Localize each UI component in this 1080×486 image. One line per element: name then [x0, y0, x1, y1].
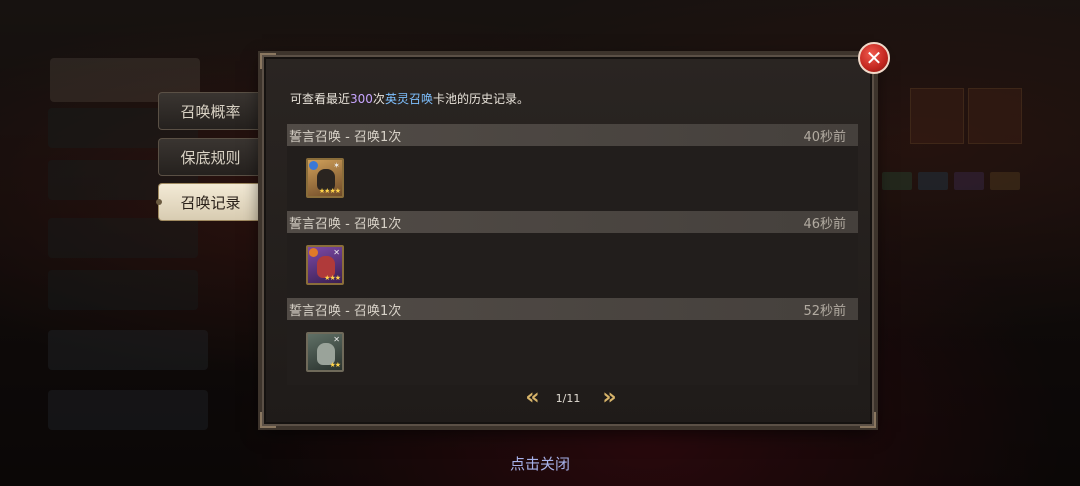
close-icon: ✕: [865, 46, 883, 70]
panel-corner: [260, 412, 276, 428]
list-item: 誓言召唤 - 召唤1次 52秒前 ✕ ★★: [287, 298, 858, 385]
next-page-button[interactable]: »: [602, 387, 616, 409]
panel-corner: [260, 53, 276, 69]
tab-label: 召唤记录: [180, 193, 241, 212]
record-title: 誓言召唤 - 召唤1次: [289, 129, 402, 145]
record-count: 300: [350, 92, 373, 106]
record-title: 誓言召唤 - 召唤1次: [289, 216, 402, 232]
list-item: 誓言召唤 - 召唤1次 40秒前 ✶ ★★★★: [287, 124, 858, 211]
summon-history-panel: 可查看最近300次英灵召唤卡池的历史记录。 誓言召唤 - 召唤1次 40秒前 ✶…: [260, 53, 876, 428]
record-body: ✕ ★★★: [287, 233, 858, 298]
star-rating: ★★: [329, 361, 341, 369]
pagination: « 1/11 »: [264, 386, 872, 410]
list-item: 誓言召唤 - 召唤1次 46秒前 ✕ ★★★: [287, 211, 858, 298]
hero-portrait[interactable]: ✕ ★★★: [306, 245, 344, 285]
tab-pity-rules[interactable]: 保底规则: [158, 138, 262, 176]
record-time: 40秒前: [803, 129, 846, 145]
tab-summon-probability[interactable]: 召唤概率: [158, 92, 262, 130]
star-rating: ★★★: [324, 274, 341, 282]
hero-portrait[interactable]: ✕ ★★: [306, 332, 344, 372]
class-icon: ✶: [333, 161, 340, 170]
hero-portrait[interactable]: ✶ ★★★★: [306, 158, 344, 198]
history-info-text: 可查看最近300次英灵召唤卡池的历史记录。: [290, 92, 529, 106]
prev-page-button[interactable]: «: [525, 387, 539, 409]
record-time: 52秒前: [803, 303, 846, 319]
tap-to-close-label[interactable]: 点击关闭: [0, 453, 1080, 474]
page-indicator: 1/11: [555, 391, 581, 405]
tab-label: 召唤概率: [180, 102, 241, 121]
element-icon: [309, 161, 318, 170]
class-icon: ✕: [333, 248, 340, 257]
class-icon: ✕: [333, 335, 340, 344]
close-button[interactable]: ✕: [858, 42, 890, 74]
record-header: 誓言召唤 - 召唤1次 52秒前: [287, 298, 858, 320]
record-body: ✕ ★★: [287, 320, 858, 385]
tab-summon-history[interactable]: 召唤记录: [156, 183, 262, 221]
element-icon: [309, 248, 318, 257]
record-list: 誓言召唤 - 召唤1次 40秒前 ✶ ★★★★ 誓言召唤 - 召唤1次 46秒前: [287, 124, 858, 385]
record-header: 誓言召唤 - 召唤1次 40秒前: [287, 124, 858, 146]
tab-label: 保底规则: [180, 148, 241, 167]
star-rating: ★★★★: [318, 187, 341, 195]
record-header: 誓言召唤 - 召唤1次 46秒前: [287, 211, 858, 233]
record-title: 誓言召唤 - 召唤1次: [289, 303, 402, 319]
record-time: 46秒前: [803, 216, 846, 232]
pool-name: 英灵召唤: [384, 92, 433, 106]
record-body: ✶ ★★★★: [287, 146, 858, 211]
panel-corner: [860, 412, 876, 428]
